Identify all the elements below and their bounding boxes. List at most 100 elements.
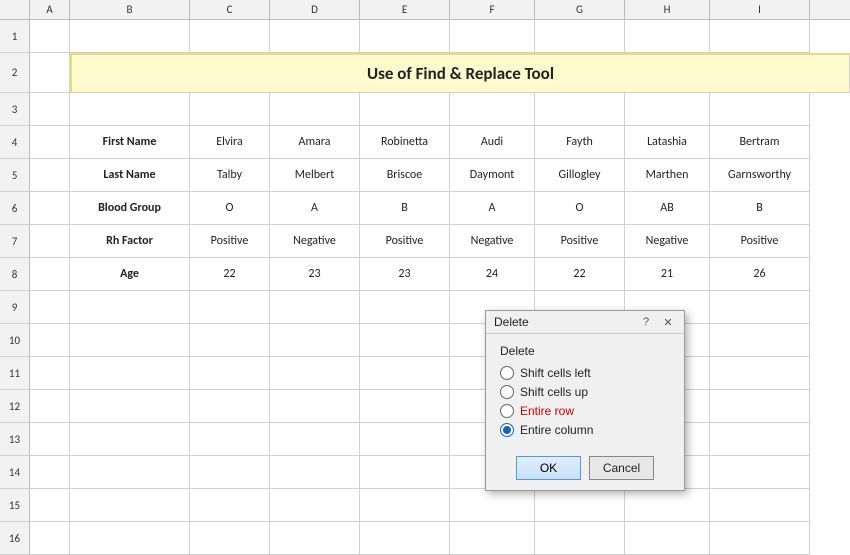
cell-5b[interactable]: Last Name — [70, 159, 190, 192]
cell-4e[interactable]: Robinetta — [360, 126, 450, 159]
cell-5f[interactable]: Daymont — [450, 159, 535, 192]
cell-3i[interactable] — [710, 93, 810, 126]
col-header-i[interactable]: I — [710, 0, 810, 19]
cell-1i[interactable] — [710, 20, 810, 53]
cell-7d[interactable]: Negative — [270, 225, 360, 258]
cell-7c[interactable]: Positive — [190, 225, 270, 258]
cell-1a[interactable] — [30, 20, 70, 53]
cell-3g[interactable] — [535, 93, 625, 126]
cell-6d[interactable]: A — [270, 192, 360, 225]
row-header-6: 6 — [0, 192, 30, 225]
cell-5d[interactable]: Melbert — [270, 159, 360, 192]
col-header-b[interactable]: B — [70, 0, 190, 19]
radio-circle-shift-up[interactable] — [500, 385, 514, 399]
cell-4h[interactable]: Latashia — [625, 126, 710, 159]
radio-circle-entire-row[interactable] — [500, 404, 514, 418]
cell-6h[interactable]: AB — [625, 192, 710, 225]
cell-1e[interactable] — [360, 20, 450, 53]
row-header-1: 1 — [0, 20, 30, 53]
cell-3e[interactable] — [360, 93, 450, 126]
cell-6f[interactable]: A — [450, 192, 535, 225]
cell-1c[interactable] — [190, 20, 270, 53]
grid-row-6: 6 Blood Group O A B A O AB B — [0, 192, 850, 225]
cell-4b[interactable]: First Name — [70, 126, 190, 159]
cell-8i[interactable]: 26 — [710, 258, 810, 291]
cell-1b[interactable] — [70, 20, 190, 53]
cell-7a[interactable] — [30, 225, 70, 258]
cell-6c[interactable]: O — [190, 192, 270, 225]
cell-3b[interactable] — [70, 93, 190, 126]
col-header-a[interactable]: A — [30, 0, 70, 19]
cell-5c[interactable]: Talby — [190, 159, 270, 192]
cell-4c[interactable]: Elvira — [190, 126, 270, 159]
cell-7e[interactable]: Positive — [360, 225, 450, 258]
radio-label-shift-left: Shift cells left — [520, 366, 591, 380]
cell-3d[interactable] — [270, 93, 360, 126]
radio-option-shift-up[interactable]: Shift cells up — [500, 385, 670, 399]
radio-circle-shift-left[interactable] — [500, 366, 514, 380]
grid-row-2: 2 Use of Find & Replace Tool — [0, 53, 850, 93]
col-header-d[interactable]: D — [270, 0, 360, 19]
radio-option-shift-left[interactable]: Shift cells left — [500, 366, 670, 380]
cell-3a[interactable] — [30, 93, 70, 126]
cell-6a[interactable] — [30, 192, 70, 225]
cell-6e[interactable]: B — [360, 192, 450, 225]
dialog-help-icon[interactable]: ? — [638, 316, 654, 328]
cancel-button[interactable]: Cancel — [589, 456, 654, 480]
cell-4d[interactable]: Amara — [270, 126, 360, 159]
radio-option-entire-row[interactable]: Entire row — [500, 404, 670, 418]
cell-6b[interactable]: Blood Group — [70, 192, 190, 225]
cell-8c[interactable]: 22 — [190, 258, 270, 291]
cell-3c[interactable] — [190, 93, 270, 126]
cell-3h[interactable] — [625, 93, 710, 126]
cell-6g[interactable]: O — [535, 192, 625, 225]
col-header-f[interactable]: F — [450, 0, 535, 19]
grid-row-10: 10 — [0, 324, 850, 357]
cell-9a[interactable] — [30, 291, 70, 324]
cell-1h[interactable] — [625, 20, 710, 53]
row-header-2: 2 — [0, 53, 30, 93]
dialog-close-icon[interactable]: ✕ — [660, 316, 676, 329]
cell-8d[interactable]: 23 — [270, 258, 360, 291]
cell-4g[interactable]: Fayth — [535, 126, 625, 159]
radio-option-entire-col[interactable]: Entire column — [500, 423, 670, 437]
cell-6i[interactable]: B — [710, 192, 810, 225]
cell-5h[interactable]: Marthen — [625, 159, 710, 192]
row-header-8: 8 — [0, 258, 30, 291]
cell-4i[interactable]: Bertram — [710, 126, 810, 159]
cell-3f[interactable] — [450, 93, 535, 126]
cell-5g[interactable]: Gillogley — [535, 159, 625, 192]
cell-5e[interactable]: Briscoe — [360, 159, 450, 192]
cell-8h[interactable]: 21 — [625, 258, 710, 291]
cell-4a[interactable] — [30, 126, 70, 159]
cell-5i[interactable]: Garnsworthy — [710, 159, 810, 192]
cell-8a[interactable] — [30, 258, 70, 291]
col-header-g[interactable]: G — [535, 0, 625, 19]
cell-8e[interactable]: 23 — [360, 258, 450, 291]
cell-7h[interactable]: Negative — [625, 225, 710, 258]
grid-row-13: 13 — [0, 423, 850, 456]
cell-7b[interactable]: Rh Factor — [70, 225, 190, 258]
cell-7i[interactable]: Positive — [710, 225, 810, 258]
cell-5a[interactable] — [30, 159, 70, 192]
cell-7g[interactable]: Positive — [535, 225, 625, 258]
col-header-h[interactable]: H — [625, 0, 710, 19]
cell-4f[interactable]: Audi — [450, 126, 535, 159]
cell-8b[interactable]: Age — [70, 258, 190, 291]
col-header-e[interactable]: E — [360, 0, 450, 19]
dialog-buttons: OK Cancel — [486, 450, 684, 490]
grid-row-3: 3 — [0, 93, 850, 126]
row-header-9: 9 — [0, 291, 30, 324]
cell-1d[interactable] — [270, 20, 360, 53]
radio-circle-entire-col[interactable] — [500, 423, 514, 437]
cell-8f[interactable]: 24 — [450, 258, 535, 291]
cell-2a[interactable] — [30, 53, 70, 93]
cell-8g[interactable]: 22 — [535, 258, 625, 291]
cell-1f[interactable] — [450, 20, 535, 53]
cell-7f[interactable]: Negative — [450, 225, 535, 258]
row-header-7: 7 — [0, 225, 30, 258]
col-header-c[interactable]: C — [190, 0, 270, 19]
cell-1g[interactable] — [535, 20, 625, 53]
ok-button[interactable]: OK — [516, 456, 581, 480]
grid-row-9: 9 — [0, 291, 850, 324]
